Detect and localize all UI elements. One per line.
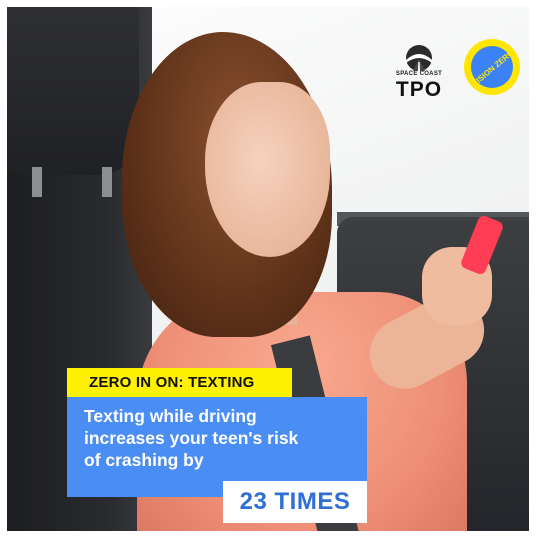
message-text: Texting while driving increases your tee… [84,405,354,471]
headline-tag: ZERO IN ON: TEXTING [67,368,292,397]
headrest-post [102,167,112,197]
tpo-logo: SPACE COAST TPO [385,42,453,102]
vision-zero-logo: VISION ZERO [464,39,520,95]
message-line: increases your teen's risk [84,428,299,448]
headrest [7,7,139,175]
person-face [205,82,330,257]
headrest-post [32,167,42,197]
ad-frame: SPACE COAST TPO VISION ZERO ZERO IN ON: … [7,7,529,531]
statistic-callout: 23 TIMES [223,481,367,523]
message-line: Texting while driving [84,406,257,426]
road-emblem-icon [406,45,432,71]
message-line: of crashing by [84,450,204,470]
tpo-wordmark: TPO [395,78,443,101]
tpo-subtitle: SPACE COAST [395,71,443,77]
